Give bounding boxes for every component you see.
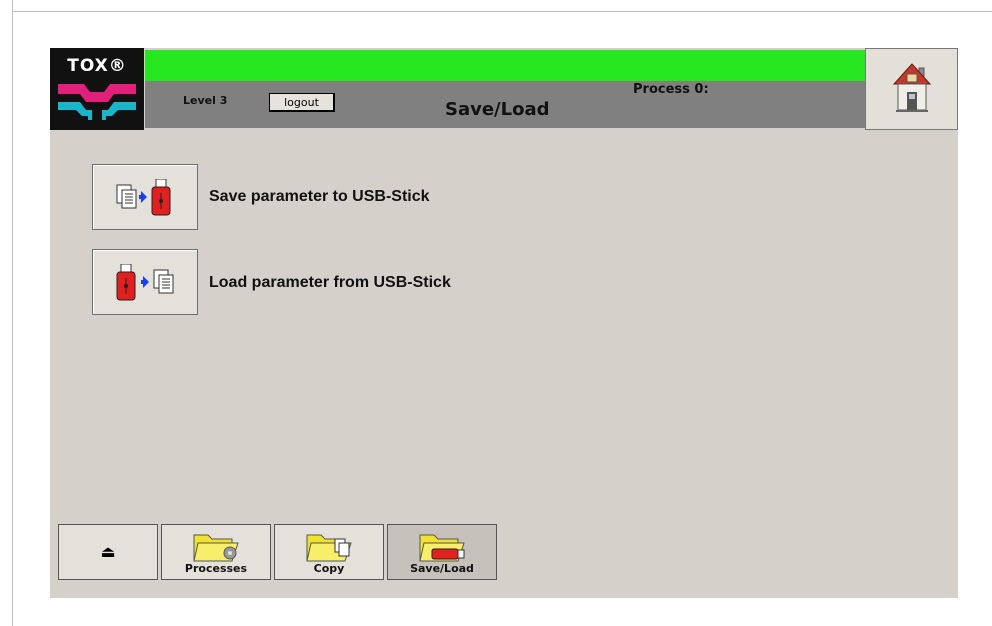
home-button[interactable] [865,48,958,130]
load-from-usb-icon [116,264,174,301]
eject-icon: ⏏ [100,544,116,561]
nav-processes-label: Processes [184,562,248,575]
folder-usb-icon [419,534,465,562]
nav-copy-button[interactable]: Copy [274,524,384,580]
user-level: Level 3 [183,94,228,107]
frame-line-top [12,11,992,12]
tox-logo: TOX® [50,48,144,130]
logout-button[interactable]: logout [269,93,335,112]
logo-mark-icon [58,84,136,120]
save-to-usb-label: Save parameter to USB-Stick [209,188,430,205]
nav-copy-label: Copy [313,562,345,575]
load-from-usb-button[interactable] [92,249,198,315]
home-icon [892,63,932,112]
load-from-usb-label: Load parameter from USB-Stick [209,274,451,291]
process-label: Process 0: [633,82,709,97]
header: TOX® Level 3 logout Process 0: Save/Load [50,48,958,130]
frame-line-left [12,0,13,626]
eject-button[interactable]: ⏏ [58,524,158,580]
nav-saveload-label: Save/Load [410,562,474,575]
nav-processes-button[interactable]: Processes [161,524,271,580]
page-title: Save/Load [445,99,550,120]
nav-saveload-button[interactable]: Save/Load [387,524,497,580]
folder-copy-icon [306,534,352,562]
logo-text: TOX® [67,56,127,76]
title-area: Level 3 logout Process 0: Save/Load [145,81,865,128]
save-to-usb-icon [116,179,171,216]
hmi-screen: TOX® Level 3 logout Process 0: Save/Load [50,48,958,598]
save-to-usb-button[interactable] [92,164,198,230]
folder-gear-icon [193,534,239,562]
status-bar [145,50,865,81]
